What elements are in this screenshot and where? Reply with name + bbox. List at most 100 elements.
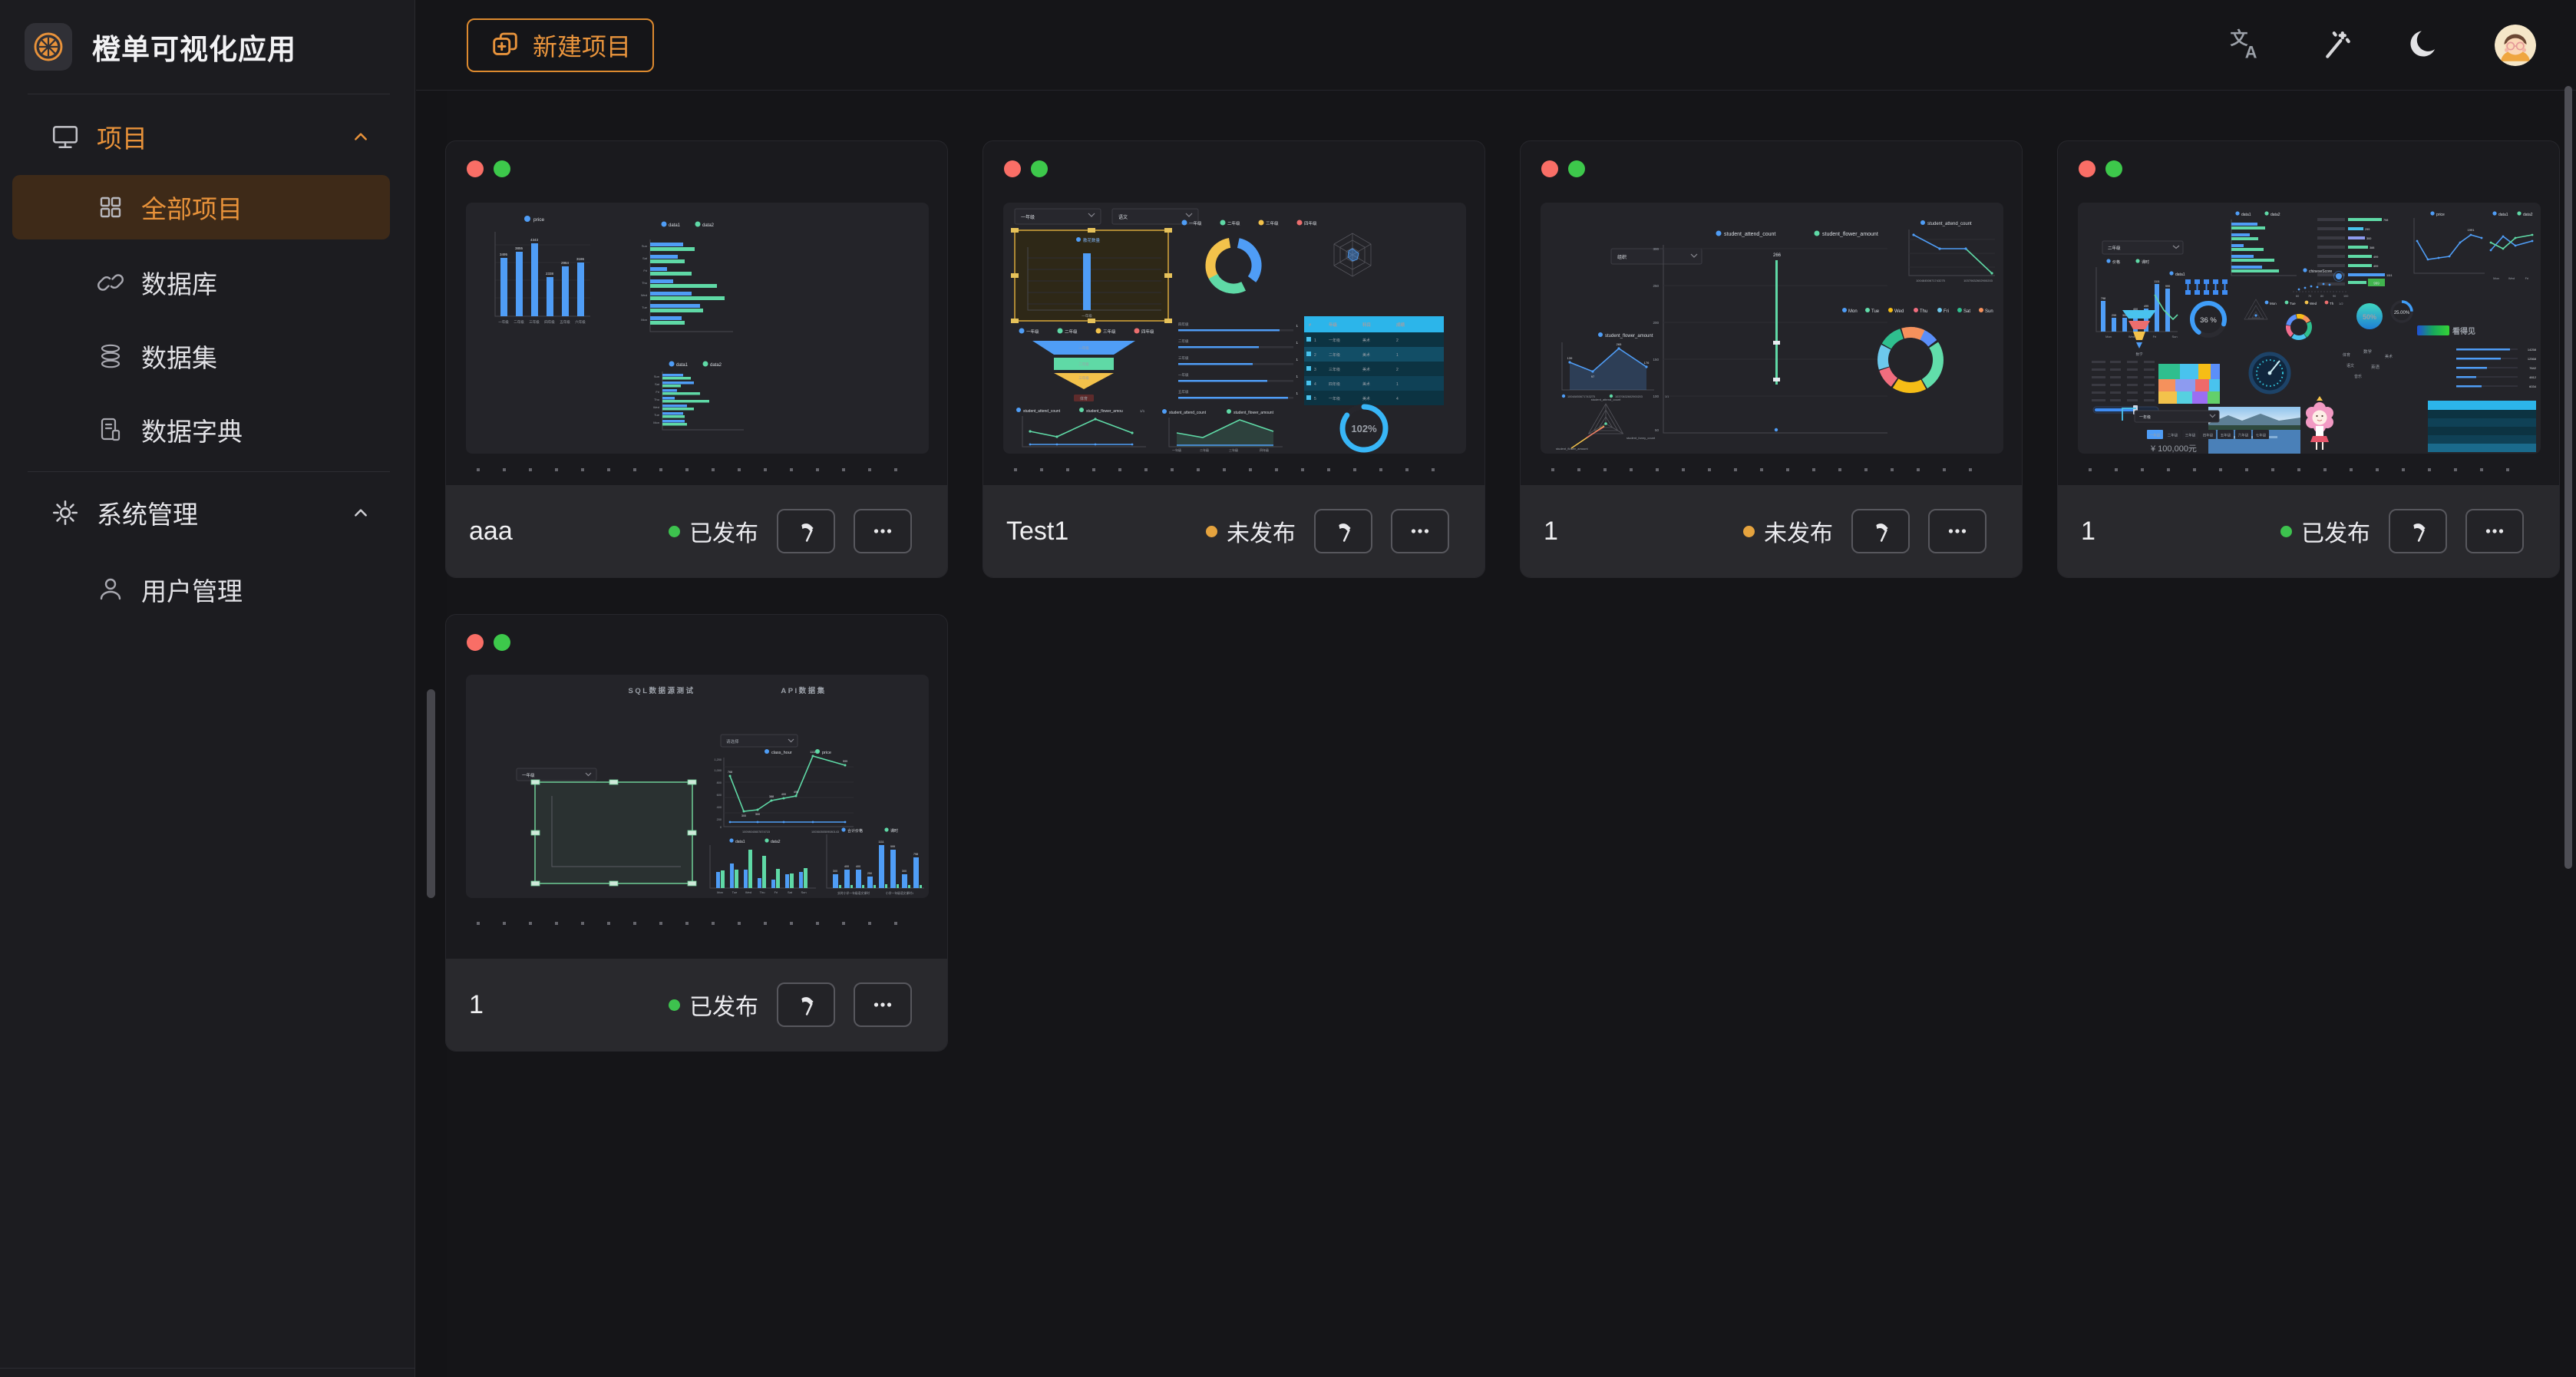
svg-text:Sat: Sat [1963,309,1970,314]
status-badge: 已发布 [669,988,758,1022]
status-label: 已发布 [689,514,758,548]
sidebar-item-all-projects[interactable]: 全部项目 [12,175,390,239]
sidebar-item-dictionary[interactable]: 数据字典 [12,398,390,462]
project-card[interactable]: 二年级 价格 课时 data1 798 299 300 400 499 [2057,140,2560,578]
mini-paired-hbars: data1 data2 [2231,211,2297,276]
new-project-label: 新建项目 [533,28,631,63]
status-dot [669,526,680,537]
svg-text:1: 1 [1296,358,1298,362]
sidebar-section-system[interactable]: 系统管理 [0,488,415,537]
more-actions-button[interactable] [854,509,912,553]
svg-text:100: 100 [1653,395,1659,398]
dotted-separator [477,922,920,925]
more-actions-button[interactable] [854,982,912,1027]
svg-text:一年级: 一年级 [2139,414,2151,420]
svg-text:student_attend_count: student_attend_count [1724,232,1775,237]
svg-text:Tue: Tue [642,305,648,309]
mini-price-line: price 1991 [2414,211,2485,273]
svg-text:1: 1 [1396,382,1399,387]
svg-text:一年级: 一年级 [2150,433,2161,438]
dotted-separator [2089,468,2532,471]
svg-text:25.00%: 25.00% [2394,311,2410,315]
user-icon [97,576,124,603]
svg-text:二年级: 二年级 [2168,433,2178,438]
svg-text:二年级: 二年级 [1227,220,1240,226]
new-project-button[interactable]: 新建项目 [467,18,654,72]
svg-text:250: 250 [1653,284,1659,288]
hammer-icon [1330,518,1356,544]
edit-project-button[interactable] [2389,509,2447,553]
project-thumbnail[interactable]: 一年级 语文 散花数量 一年 [1003,203,1466,454]
project-card[interactable]: price 3495 3855 4343 2338 2964 3186 一年级 … [445,140,948,578]
svg-text:999: 999 [890,845,895,848]
sidebar-scrollbar[interactable] [427,689,435,898]
project-name: 1 [1544,517,1725,547]
magic-wand-icon[interactable] [2317,27,2353,64]
svg-text:4: 4 [1396,397,1399,401]
red-dot-icon [2079,160,2095,177]
svg-text:student_flower_amount: student_flower_amount [1234,411,1274,415]
svg-text:299: 299 [2112,314,2116,317]
thumbnail-dashboard-5: SQL数据源测试 API数据集 请选择 一年级 [466,675,929,898]
project-thumbnail[interactable]: 组织 student_attend_count student_flower_a… [1541,203,2003,454]
svg-text:300: 300 [755,813,760,816]
edit-project-button[interactable] [777,509,835,553]
svg-text:299: 299 [2365,228,2370,231]
svg-text:数学: 数学 [2363,348,2373,355]
mini-dropdowns: 一年级 语文 [1015,209,1198,224]
project-thumbnail[interactable]: SQL数据源测试 API数据集 请选择 一年级 [466,675,929,898]
mini-corner-dropdown: 一年级 [2122,408,2219,422]
sidebar-item-database[interactable]: 数据库 [12,250,390,315]
svg-text:三年级: 三年级 [529,319,540,325]
card-footer: 1 未发布 [1521,485,2022,577]
svg-text:Thu: Thu [642,281,647,285]
svg-text:二年级: 二年级 [1178,338,1189,344]
svg-text:50%: 50% [2363,313,2376,321]
svg-text:1991: 1991 [2468,228,2475,232]
svg-text:class_hour: class_hour [771,751,792,755]
mini-week-donut-small: Mon Tue Wed Th 1/2 [2265,301,2344,342]
mini-list-bars: 798 299 300 388 499 499 1111 999 [2317,218,2393,286]
svg-text:768: 768 [728,771,732,774]
svg-text:Mon: Mon [641,318,647,322]
project-card[interactable]: 组织 student_attend_count student_flower_a… [1520,140,2023,578]
project-card[interactable]: SQL数据源测试 API数据集 请选择 一年级 [445,614,948,1052]
sidebar-section-projects[interactable]: 项目 [0,112,415,161]
svg-text:Fri: Fri [1944,309,1949,314]
svg-text:三年级: 三年级 [2185,433,2196,438]
svg-text:Sun: Sun [642,244,647,248]
edit-project-button[interactable] [1314,509,1372,553]
project-card[interactable]: 一年级 语文 散花数量 一年 [983,140,1485,578]
selected-widget: 散花数量 一年级 [1011,228,1172,323]
main-scrollbar[interactable] [2564,86,2572,869]
app-root: 橙单可视化应用 项目 全部项目 [0,0,2576,1377]
edit-project-button[interactable] [777,982,835,1027]
svg-text:五年级: 五年级 [2221,433,2231,438]
svg-text:三年级: 三年级 [1266,220,1279,226]
sidebar-item-user-management[interactable]: 用户管理 [12,557,390,622]
svg-text:Tue: Tue [654,413,660,417]
sidebar-item-dataset[interactable]: 数据集 [12,324,390,388]
more-actions-button[interactable] [1928,509,1986,553]
copy-plus-icon [490,30,520,61]
svg-text:499: 499 [794,791,798,794]
edit-project-button[interactable] [1851,509,1910,553]
green-dot-icon [1568,160,1585,177]
more-actions-button[interactable] [2465,509,2524,553]
svg-text:data2: data2 [710,363,722,368]
svg-text:Thu: Thu [654,398,659,401]
more-actions-button[interactable] [1391,509,1449,553]
user-avatar[interactable] [2495,25,2536,66]
project-thumbnail[interactable]: price 3495 3855 4343 2338 2964 3186 一年级 … [466,203,929,454]
svg-text:798: 798 [2383,219,2388,222]
project-name: 1 [469,990,650,1020]
svg-text:400: 400 [844,865,849,868]
status-label: 未发布 [1227,514,1296,548]
thumbnail-dashboard-4: 二年级 价格 课时 data1 798 299 300 400 499 [2078,203,2541,454]
mini-week-donut: Mon Tue Wed Thu Fri Sat Sun [1842,308,1993,398]
svg-text:1: 1 [1296,375,1298,378]
dark-mode-icon[interactable] [2406,27,2442,64]
project-thumbnail[interactable]: 二年级 价格 课时 data1 798 299 300 400 499 [2078,203,2541,454]
language-icon[interactable]: 文 A [2228,27,2264,64]
svg-text:4812: 4812 [2529,375,2537,379]
